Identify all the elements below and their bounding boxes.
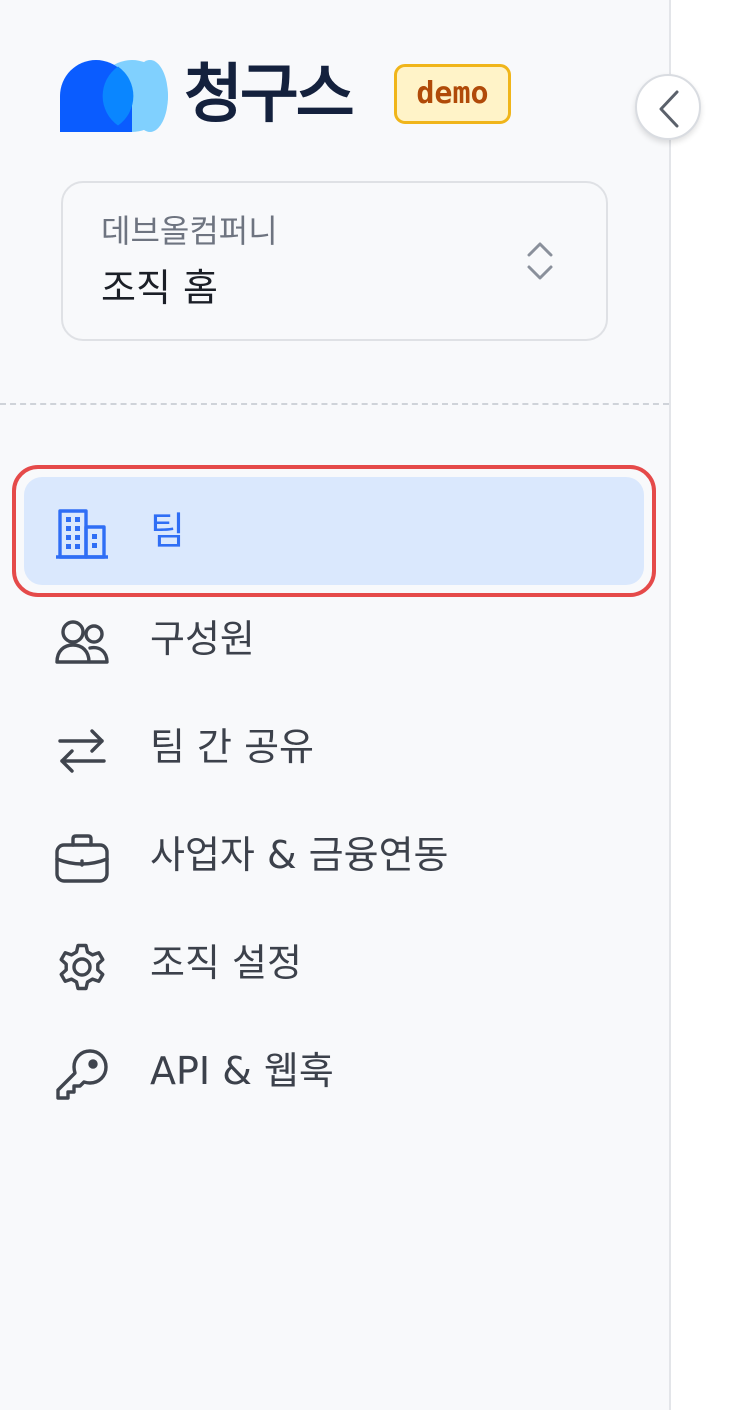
key-icon <box>56 1049 108 1100</box>
org-current-page: 조직 홈 <box>101 266 218 310</box>
divider <box>0 403 669 405</box>
nav-label-business: 사업자 & 금융연동 <box>150 833 449 877</box>
main-content-area <box>671 0 744 1410</box>
nav-item-business[interactable]: 사업자 & 금융연동 <box>24 801 644 909</box>
org-name: 데브올컴퍼니 <box>101 212 278 250</box>
collapse-sidebar-button[interactable] <box>635 74 701 140</box>
nav-label-team: 팀 <box>150 509 185 553</box>
nav-item-shared[interactable]: 팀 간 공유 <box>24 693 644 801</box>
building-icon <box>56 509 108 559</box>
gear-icon <box>59 943 105 991</box>
nav-item-members[interactable]: 구성원 <box>24 585 644 693</box>
chevron-left-icon <box>659 90 679 128</box>
nav-label-api: API & 웹훅 <box>150 1049 334 1093</box>
nav-item-api[interactable]: API & 웹훅 <box>24 1017 644 1125</box>
chevron-up-down-icon <box>527 242 553 280</box>
nav-label-settings: 조직 설정 <box>150 941 302 985</box>
nav-item-settings[interactable]: 조직 설정 <box>24 909 644 1017</box>
nav-label-members: 구성원 <box>150 617 255 661</box>
demo-badge: demo <box>394 64 511 124</box>
sidebar: 청구스 demo 데브올컴퍼니 조직 홈 팀 구성원 팀 간 공유 사업자 & … <box>0 0 669 1410</box>
brand-logo-icon <box>60 60 168 132</box>
nav-item-team[interactable]: 팀 <box>24 477 644 585</box>
org-selector[interactable]: 데브올컴퍼니 조직 홈 <box>61 181 608 341</box>
users-icon <box>55 620 109 664</box>
arrows-swap-icon <box>58 729 106 773</box>
brand-name: 청구스 <box>184 58 355 132</box>
nav-label-shared: 팀 간 공유 <box>150 725 314 769</box>
briefcase-icon <box>55 834 109 883</box>
